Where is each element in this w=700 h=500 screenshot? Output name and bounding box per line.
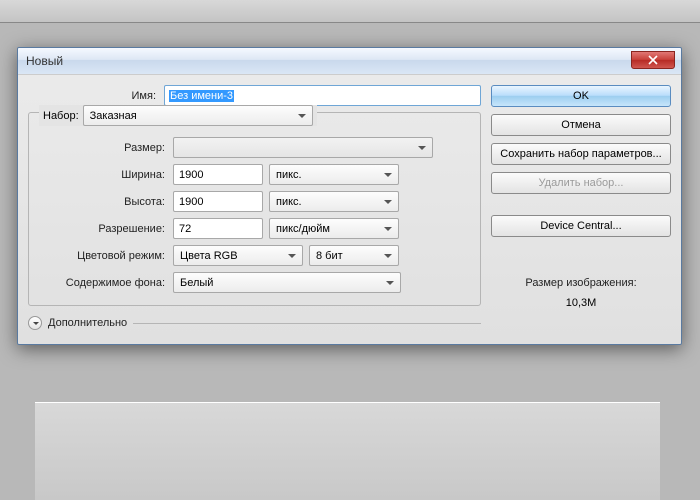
save-preset-button[interactable]: Сохранить набор параметров... — [491, 143, 671, 165]
advanced-label: Дополнительно — [48, 317, 127, 329]
close-icon — [648, 55, 658, 65]
divider — [133, 323, 481, 324]
ok-button[interactable]: OK — [491, 85, 671, 107]
size-label: Размер: — [37, 142, 167, 154]
titlebar[interactable]: Новый — [18, 48, 681, 75]
name-value: Без имени-3 — [169, 90, 234, 102]
bg-contents-select[interactable]: Белый — [173, 272, 401, 293]
resolution-label: Разрешение: — [37, 223, 167, 235]
delete-preset-button[interactable]: Удалить набор... — [491, 172, 671, 194]
device-central-button[interactable]: Device Central... — [491, 215, 671, 237]
settings-group: Набор: Заказная Размер: Ширина: пикс. — [28, 112, 481, 306]
close-button[interactable] — [631, 51, 675, 69]
name-input[interactable]: Без имени-3 — [164, 85, 481, 106]
size-select[interactable] — [173, 137, 433, 158]
resolution-input[interactable] — [173, 218, 263, 239]
image-size-value: 10,3M — [491, 297, 671, 309]
dialog-title: Новый — [26, 54, 63, 68]
color-mode-label: Цветовой режим: — [37, 250, 167, 262]
color-depth-select[interactable]: 8 бит — [309, 245, 399, 266]
preset-legend: Набор: Заказная — [39, 105, 317, 126]
height-unit-select[interactable]: пикс. — [269, 191, 399, 212]
new-document-dialog: Новый Имя: Без имени-3 Набор: Заказная — [17, 47, 682, 345]
image-size-label: Размер изображения: — [491, 277, 671, 289]
resolution-unit-select[interactable]: пикс/дюйм — [269, 218, 399, 239]
cancel-button[interactable]: Отмена — [491, 114, 671, 136]
color-mode-select[interactable]: Цвета RGB — [173, 245, 303, 266]
chevron-down-icon — [28, 316, 42, 330]
advanced-toggle[interactable]: Дополнительно — [28, 316, 481, 330]
height-input[interactable] — [173, 191, 263, 212]
width-label: Ширина: — [37, 169, 167, 181]
preset-label: Набор: — [43, 110, 79, 122]
width-unit-select[interactable]: пикс. — [269, 164, 399, 185]
width-input[interactable] — [173, 164, 263, 185]
bg-label: Содержимое фона: — [37, 277, 167, 289]
name-label: Имя: — [28, 90, 158, 102]
height-label: Высота: — [37, 196, 167, 208]
preset-select[interactable]: Заказная — [83, 105, 313, 126]
